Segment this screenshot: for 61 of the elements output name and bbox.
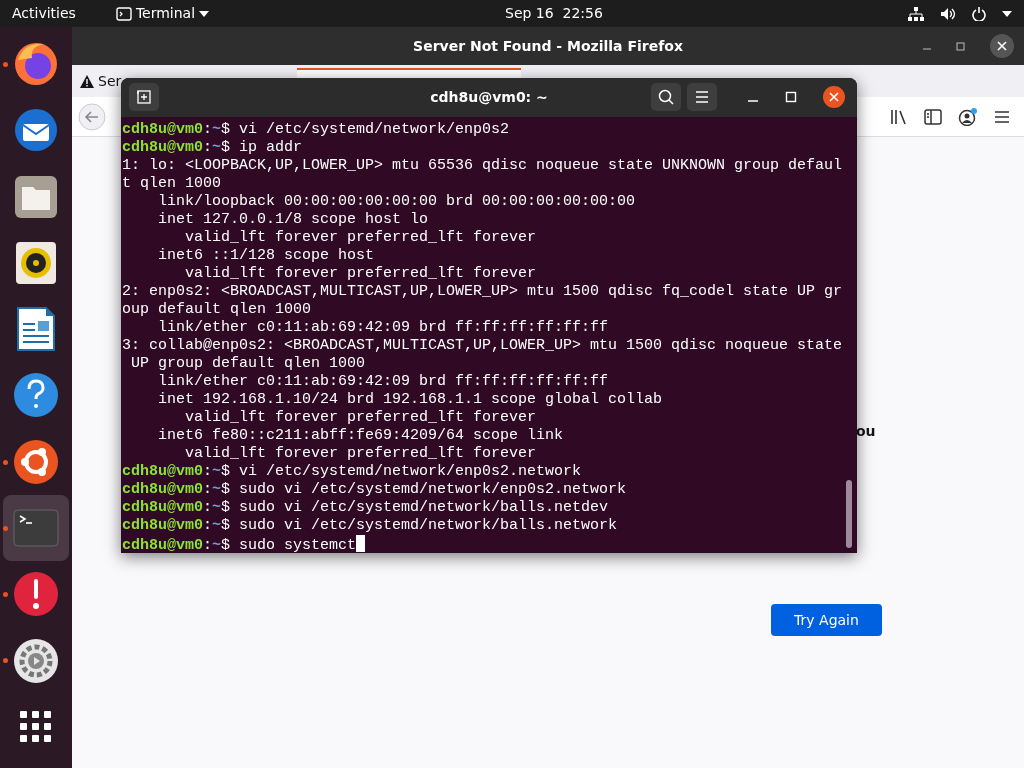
prompt-line: cdh8u@vm0:~$ sudo vi /etc/systemd/network/balls.netdev (121, 499, 610, 517)
browser-tab[interactable] (297, 68, 521, 78)
power-icon (972, 6, 986, 21)
window-title: cdh8u@vm0: ~ (430, 88, 548, 107)
app-menu[interactable]: Terminal (115, 3, 210, 24)
output-line: 1: lo: <LOOPBACK,UP,LOWER_UP> mtu 65536 qdisc noqueue state UNKNOWN group defaul (121, 157, 844, 175)
output-line: valid_lft forever preferred_lft forever (184, 409, 538, 427)
terminal-icon (115, 6, 132, 21)
output-line: oup default qlen 1000 (121, 301, 313, 319)
new-tab-icon (137, 90, 151, 104)
maximize-icon[interactable] (785, 91, 797, 103)
output-line: 2: enp0s2: <BROADCAST,MULTICAST,UP,LOWER_UP> mtu 1500 qdisc fq_codel state UP gr (121, 283, 844, 301)
browser-tab[interactable]: Ser (80, 71, 122, 92)
menu-icon[interactable] (994, 110, 1010, 124)
clock[interactable]: Sep 16 22:56 (505, 3, 603, 24)
sidebar-icon[interactable] (924, 109, 942, 125)
menu-icon (695, 91, 709, 103)
account-icon[interactable] (958, 108, 978, 126)
alert-icon (12, 570, 60, 619)
activities-button[interactable]: Activities (12, 3, 76, 24)
new-tab-button[interactable] (129, 83, 159, 111)
output-line: UP group default qlen 1000 (130, 355, 367, 373)
output-line: t qlen 1000 (121, 175, 223, 193)
output-line: link/ether c0:11:ab:69:42:09 brd ff:ff:ff:ff:ff:ff (157, 373, 610, 391)
close-icon[interactable] (990, 34, 1014, 58)
output-line: inet6 ::1/128 scope host (157, 247, 376, 265)
prompt-line: cdh8u@vm0:~$ vi /etc/systemd/network/enp0s2.network (121, 463, 583, 481)
network-icon (908, 6, 924, 21)
caret-icon (199, 10, 210, 17)
output-line: inet 127.0.0.1/8 scope host lo (157, 211, 430, 229)
output-line: inet6 fe80::c211:abff:fe69:4209/64 scope link (157, 427, 565, 445)
output-line: valid_lft forever preferred_lft forever (184, 229, 538, 247)
software-icon (12, 437, 60, 486)
restore-icon[interactable] (956, 41, 966, 51)
prompt-line: cdh8u@vm0:~$ sudo vi /etc/systemd/network/enp0s2.network (121, 481, 628, 499)
window-title: Server Not Found - Mozilla Firefox (413, 36, 683, 56)
system-menu[interactable] (908, 6, 1012, 21)
output-line: valid_lft forever preferred_lft forever (184, 265, 538, 283)
warning-icon (80, 75, 94, 88)
search-button[interactable] (651, 83, 681, 111)
output-line: link/loopback 00:00:00:00:00:00 brd 00:00:00:00:00:00 (157, 193, 637, 211)
help-icon (12, 371, 60, 420)
prompt-line: cdh8u@vm0:~$ ip addr (121, 139, 304, 157)
output-line: 3: collab@enp0s2: <BROADCAST,MULTICAST,UP,LOWER_UP> mtu 1500 qdisc noqueue state (121, 337, 844, 355)
prompt-line: cdh8u@vm0:~$ vi /etc/systemd/network/enp0s2 (121, 121, 511, 139)
error-text: ou (856, 422, 876, 441)
output-line: inet 192.168.1.10/24 brd 192.168.1.1 scope global collab (157, 391, 664, 409)
close-icon[interactable] (823, 86, 845, 108)
try-again-button[interactable]: Try Again (771, 604, 882, 636)
settings-icon (12, 636, 60, 685)
back-button[interactable] (78, 103, 106, 131)
prompt-line: cdh8u@vm0:~$ sudo systemct (121, 535, 857, 553)
output-line: link/ether c0:11:ab:69:42:09 brd ff:ff:ff:ff:ff:ff (157, 319, 610, 337)
prompt-line: cdh8u@vm0:~$ sudo vi /etc/systemd/network/balls.network (121, 517, 619, 535)
menu-button[interactable] (687, 83, 717, 111)
volume-icon (940, 6, 956, 21)
output-line: valid_lft forever preferred_lft forever (184, 445, 538, 463)
search-icon (658, 89, 674, 105)
scrollbar[interactable] (846, 480, 852, 548)
library-icon[interactable] (890, 109, 908, 125)
caret-icon (1002, 10, 1012, 17)
